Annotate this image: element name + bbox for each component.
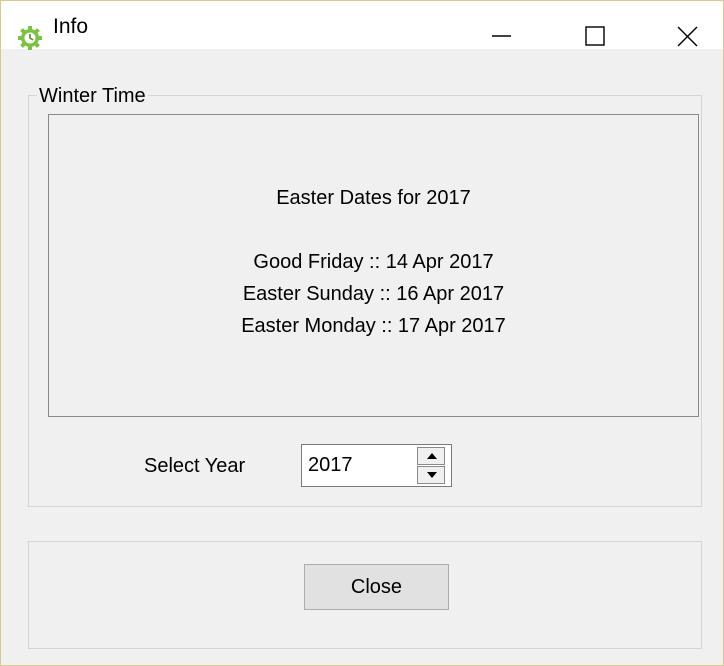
title-bar[interactable]: Info: [1, 1, 723, 50]
close-button[interactable]: Close: [304, 564, 449, 610]
easter-info-panel: Easter Dates for 2017 Good Friday :: 14 …: [48, 114, 699, 417]
clock-gear-icon: [18, 26, 42, 50]
close-icon: [677, 26, 698, 47]
year-decrement-button[interactable]: [417, 466, 445, 484]
group-title: Winter Time: [37, 83, 148, 109]
close-window-button[interactable]: [663, 9, 709, 49]
easter-heading: Easter Dates for 2017: [276, 187, 471, 209]
maximize-icon: [585, 26, 605, 46]
window-title: Info: [53, 15, 89, 38]
minimize-icon: [492, 35, 511, 37]
easter-sunday-line: Easter Sunday :: 16 Apr 2017: [242, 283, 505, 305]
good-friday-line: Good Friday :: 14 Apr 2017: [253, 251, 494, 273]
arrow-down-icon: [427, 472, 437, 478]
minimize-button[interactable]: [479, 9, 525, 49]
arrow-up-icon: [427, 453, 437, 459]
year-spinner-value[interactable]: 2017: [308, 452, 353, 478]
year-increment-button[interactable]: [417, 447, 445, 465]
select-year-label: Select Year: [144, 455, 246, 477]
info-window: Info Winter Time Easter Dates for 2017 G…: [0, 0, 724, 666]
maximize-button[interactable]: [571, 9, 617, 49]
year-spinner[interactable]: 2017: [301, 444, 452, 487]
easter-monday-line: Easter Monday :: 17 Apr 2017: [241, 315, 506, 337]
